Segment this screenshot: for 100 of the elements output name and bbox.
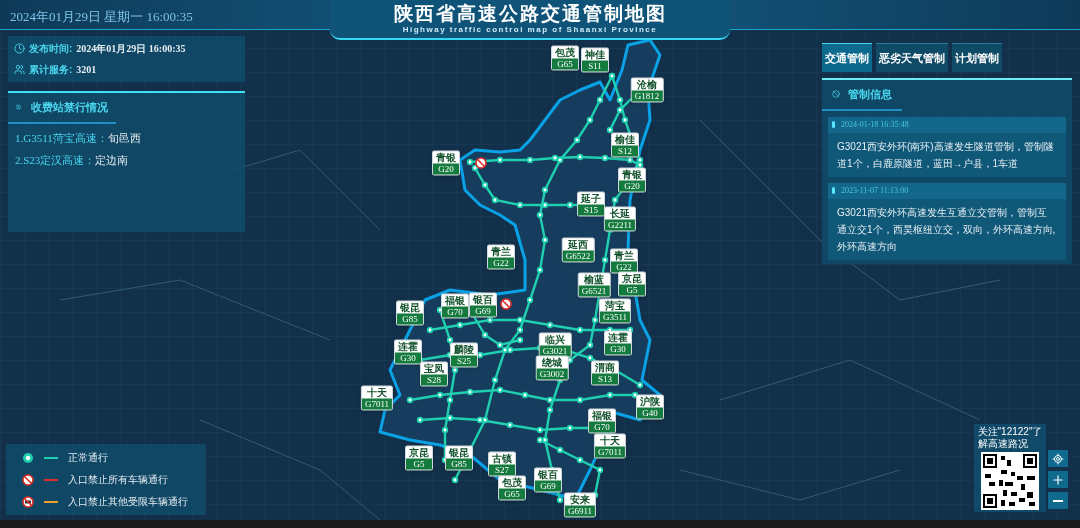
sign-name: 延西 <box>566 238 589 251</box>
sign-code: G6911 <box>564 505 596 517</box>
zoom-in-button[interactable] <box>1048 471 1068 488</box>
legend-label: 入口禁止其他受限车辆通行 <box>68 495 188 509</box>
zoom-out-button[interactable] <box>1048 492 1068 509</box>
qr-caption: 关注"12122"了 <box>977 426 1043 438</box>
sign-name: 银昆 <box>448 446 470 459</box>
qr-caption: 解高速路况 <box>977 438 1029 450</box>
sign-name: 安来 <box>569 493 591 506</box>
sign-code: G20 <box>619 180 645 192</box>
notice-text: G3021西安外环(南环)高速发生隧道管制，管制隧道1个，白鹿原隧道，蓝田→户县，1车道 <box>836 139 1055 171</box>
sign-code: G70 <box>442 306 468 318</box>
sign-code: G30 <box>395 352 421 364</box>
locate-icon <box>1052 452 1064 465</box>
sign-name: 十天 <box>366 386 388 399</box>
tab[interactable]: 交通管制 <box>822 43 872 72</box>
publish-label: 发布时间: <box>29 42 73 56</box>
sign-name: 包茂 <box>554 46 576 59</box>
sign-name: 青银 <box>621 168 643 181</box>
sign-code: G69 <box>470 305 496 317</box>
plus-icon <box>1051 472 1065 487</box>
sign-name: 银昆 <box>399 301 421 314</box>
no-entry-icon <box>475 157 487 169</box>
sign-name: 福银 <box>591 409 613 422</box>
ban-icon <box>832 88 840 101</box>
sign-code: G22 <box>488 257 514 269</box>
sign-code: G2211 <box>604 219 636 231</box>
sign-code: G7011 <box>361 398 393 410</box>
sign-code: G85 <box>397 313 423 325</box>
qr-code-icon <box>981 452 1039 510</box>
sign-code: G6522 <box>562 250 594 262</box>
sign-code: S13 <box>592 373 618 385</box>
sign-name: 银百 <box>537 468 559 481</box>
sign-code: S25 <box>451 355 477 367</box>
no-entry-icon <box>22 473 34 486</box>
tab[interactable]: 计划管制 <box>952 43 1002 72</box>
sign-code: G70 <box>589 421 615 433</box>
road-node-icon <box>22 451 34 464</box>
sign-name: 连霍 <box>607 331 629 344</box>
locate-button[interactable] <box>1048 450 1068 467</box>
sign-name: 青兰 <box>490 245 512 258</box>
page-subtitle: Highway traffic control map of Shaanxi Province <box>402 25 658 35</box>
closure-station: 旬邑西 <box>107 130 141 146</box>
sign-name: 包茂 <box>501 476 523 489</box>
sign-code: G20 <box>433 163 459 175</box>
publish-time: 2024年01月29日 16:00:35 <box>76 42 186 56</box>
minus-icon <box>1053 499 1063 502</box>
sign-name: 古镇 <box>491 452 513 465</box>
page-title: 陕西省高速公路交通管制地图 <box>393 3 667 25</box>
sign-name: 青银 <box>435 151 457 164</box>
sign-name: 渭商 <box>594 361 616 374</box>
sign-name: 榆佳 <box>614 133 636 146</box>
sign-name: 临兴 <box>544 333 566 346</box>
sign-code: G5 <box>619 284 645 296</box>
service-label: 累计服务: <box>29 63 73 77</box>
sign-code: G30 <box>605 343 631 355</box>
sign-code: G7011 <box>594 446 626 458</box>
sign-code: S11 <box>582 60 608 72</box>
sign-code: G1812 <box>631 90 663 102</box>
sign-code: G6521 <box>578 285 610 297</box>
sign-code: G65 <box>552 58 578 70</box>
date-time: 2024年01月29日 星期一 16:00:35 <box>10 8 193 26</box>
sign-name: 菏宝 <box>604 299 626 312</box>
no-truck-icon <box>22 495 34 508</box>
sign-code: G5 <box>406 458 432 470</box>
sign-code: S12 <box>612 145 638 157</box>
legend-label: 入口禁止所有车辆通行 <box>68 473 168 487</box>
sign-code: G3511 <box>599 311 631 323</box>
sign-code: S28 <box>421 374 447 386</box>
notice-time: 2024-01-18 16:35:48 <box>841 118 909 131</box>
service-count: 3201 <box>76 63 97 77</box>
closure-station: 定边南 <box>95 153 129 168</box>
sign-name: 神佳 <box>584 48 606 61</box>
panel-title: 管制信息 <box>848 87 892 102</box>
panel-title: 收费站禁行情况 <box>31 100 108 115</box>
sign-name: 宝凤 <box>423 362 445 375</box>
closure-route: 1.G3511菏宝高速： <box>15 130 108 146</box>
sign-name: 青兰 <box>613 249 635 262</box>
clock-icon <box>14 43 25 54</box>
sign-code: G85 <box>446 458 472 470</box>
sign-code: G22 <box>611 261 637 273</box>
notice-time: 2023-11-07 11:13:00 <box>841 184 909 197</box>
sign-name: 京昆 <box>621 272 643 285</box>
no-entry-icon <box>500 298 512 310</box>
closure-route: 2.S23定汉高速： <box>15 153 96 168</box>
tab[interactable]: 恶劣天气管制 <box>876 43 948 72</box>
sign-name: 银百 <box>472 293 494 306</box>
sign-code: G40 <box>637 407 663 419</box>
notice-text: G3021西安外环高速发生互通立交管制，管制互通立交1个，西昊枢纽立交，双向，外环高速方向,外环高速方向 <box>836 205 1057 254</box>
time-marker <box>832 187 835 194</box>
sign-name: 沧榆 <box>636 78 658 91</box>
sign-name: 麟陵 <box>453 343 475 356</box>
sign-code: G3021 <box>539 345 571 357</box>
sign-name: 长延 <box>609 207 631 220</box>
sign-code: G69 <box>535 480 561 492</box>
time-marker <box>832 121 835 128</box>
sign-name: 十天 <box>599 434 621 447</box>
sign-code: S27 <box>489 464 515 476</box>
sign-code: G65 <box>499 488 525 500</box>
sign-name: 连霍 <box>397 340 419 353</box>
